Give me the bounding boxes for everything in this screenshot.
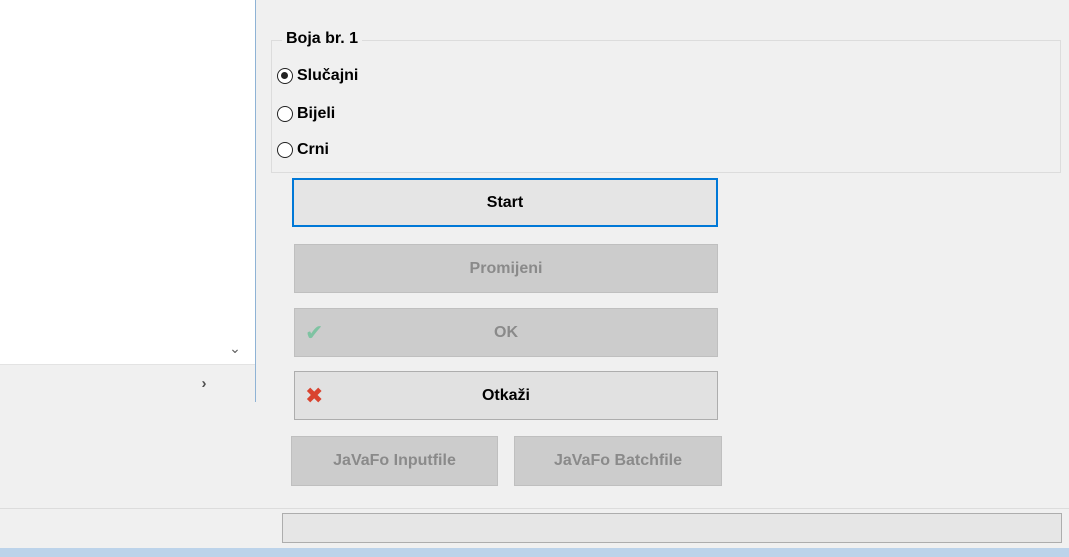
change-button[interactable]: Promijeni	[294, 244, 718, 293]
change-button-label: Promijeni	[469, 259, 543, 277]
javafo-batchfile-label: JaVaFo Batchfile	[553, 452, 683, 469]
radio-button[interactable]	[277, 106, 293, 122]
radio-label-black: Crni	[297, 141, 329, 158]
ok-button-label: OK	[494, 323, 518, 341]
radio-black[interactable]: Crni	[277, 138, 329, 162]
radio-random[interactable]: Slučajni	[277, 64, 358, 88]
javafo-inputfile-button[interactable]: JaVaFo Inputfile	[291, 436, 498, 486]
horizontal-scrollbar[interactable]: ›	[0, 364, 255, 402]
x-icon: ✖	[305, 382, 324, 408]
start-button-label: Start	[486, 193, 524, 211]
chevron-right-icon[interactable]: ›	[194, 373, 214, 393]
javafo-inputfile-label: JaVaFo Inputfile	[333, 452, 456, 469]
chevron-down-icon[interactable]: ⌄	[224, 337, 246, 359]
color-groupbox	[271, 40, 1061, 173]
radio-label-white: Bijeli	[297, 105, 336, 122]
status-separator	[0, 508, 1069, 509]
list-panel[interactable]: ⌄ ›	[0, 0, 256, 402]
app-window: ⌄ › Boja br. 1 Slučajni Bijeli Crni Star…	[0, 0, 1069, 557]
check-icon: ✔	[305, 319, 324, 345]
cancel-button[interactable]: ✖ Otkaži	[294, 371, 718, 420]
javafo-batchfile-button[interactable]: JaVaFo Batchfile	[514, 436, 722, 486]
ok-button[interactable]: ✔ OK	[294, 308, 718, 357]
status-field	[282, 513, 1062, 543]
group-title: Boja br. 1	[282, 30, 363, 48]
cancel-button-label: Otkaži	[481, 386, 530, 404]
radio-button-checked[interactable]	[277, 68, 293, 84]
window-bottom-edge	[0, 548, 1069, 557]
radio-white[interactable]: Bijeli	[277, 102, 335, 126]
start-button[interactable]: Start	[292, 178, 718, 227]
radio-button[interactable]	[277, 142, 293, 158]
radio-label-random: Slučajni	[297, 67, 359, 84]
